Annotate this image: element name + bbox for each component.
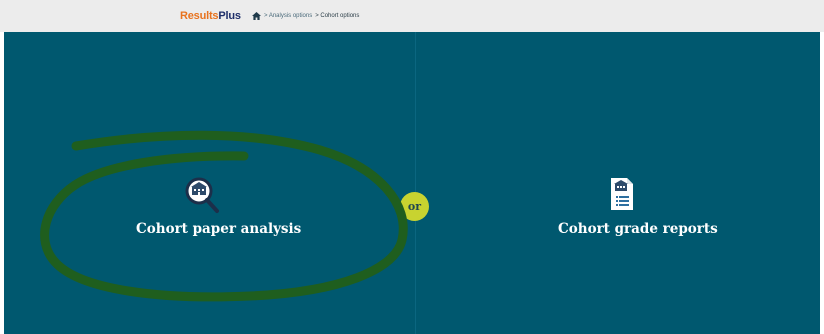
breadcrumb-analysis-options[interactable]: > Analysis options xyxy=(264,13,312,19)
cohort-grade-reports-label: Cohort grade reports xyxy=(558,221,718,237)
top-bar: ResultsPlus > Analysis options > Cohort … xyxy=(0,0,824,32)
logo-results-text: Results xyxy=(180,10,219,22)
home-icon[interactable] xyxy=(252,12,261,20)
logo-plus-text: Plus xyxy=(218,10,241,22)
magnifier-school-icon xyxy=(184,176,220,220)
cohort-grade-reports-option[interactable]: Cohort grade reports xyxy=(416,32,820,334)
cohort-paper-analysis-option[interactable]: Cohort paper analysis xyxy=(4,32,415,334)
resultsplus-logo[interactable]: ResultsPlus xyxy=(180,10,241,22)
breadcrumb: > Analysis options > Cohort options xyxy=(252,12,359,20)
breadcrumb-cohort-options: > Cohort options xyxy=(315,13,360,19)
report-school-icon xyxy=(609,176,635,216)
cohort-paper-analysis-label: Cohort paper analysis xyxy=(136,221,302,237)
